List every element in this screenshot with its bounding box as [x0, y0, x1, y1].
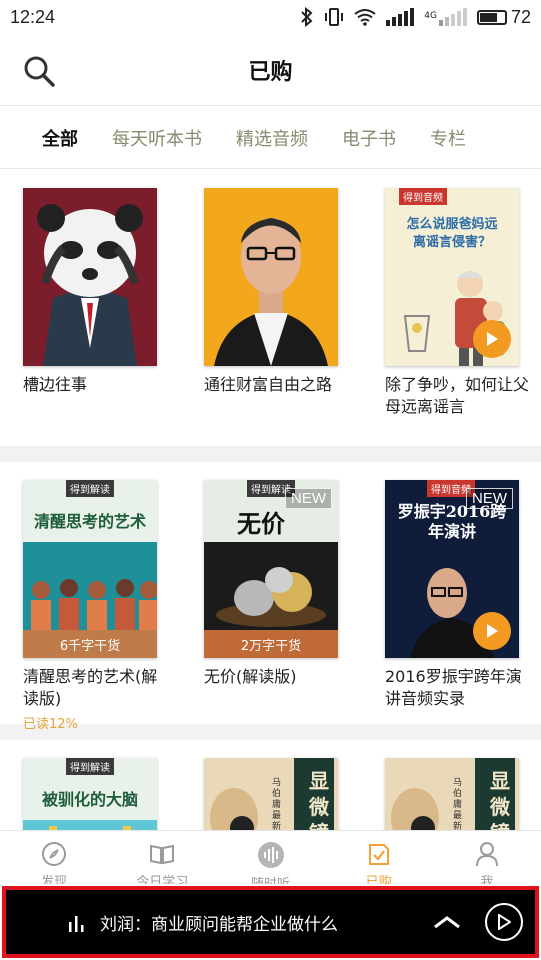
audio-card[interactable]: 得到音频 NEW 罗振宇2016跨年演讲 2016罗振宇跨年演讲音频实录 — [385, 480, 522, 724]
audio-wave-icon — [257, 842, 284, 868]
cover-caption: 无价 — [237, 509, 285, 538]
book-title: 通往财富自由之路 — [204, 375, 333, 394]
book-card[interactable]: 得到解读 NEW 无价 2万字干货 无价(解读版) — [204, 480, 338, 724]
source-tag: 得到解读 — [66, 758, 114, 775]
network-type: 4G — [424, 10, 437, 21]
purchased-grid: 槽边往事 通往财富自由之路 得到音频 怎么说服爸妈远离谣言侵害？ 除了争吵，如何… — [0, 170, 541, 830]
battery-icon — [476, 9, 507, 25]
battery-indicator: 72 — [476, 6, 531, 28]
audio-card[interactable]: 得到音频 怎么说服爸妈远离谣言侵害？ 除了争吵，如何让父母远离谣言 — [385, 188, 529, 446]
audio-cover[interactable]: 得到音频 怎么说服爸妈远离谣言侵害？ — [385, 188, 519, 366]
book-row: 得到解读 被驯化的大脑 马伯庸 最新力作 显微镜下 — [0, 740, 541, 830]
mini-player[interactable]: 刘润：商业顾问能帮企业做什么 — [0, 884, 541, 960]
book-card[interactable]: 得到解读 被驯化的大脑 — [23, 758, 157, 830]
crowd-illustration — [31, 579, 157, 630]
book-row: 槽边往事 通往财富自由之路 得到音频 怎么说服爸妈远离谣言侵害？ 除了争吵，如何… — [0, 170, 541, 446]
book-icon — [150, 844, 175, 865]
book-title: 无价(解读版) — [204, 667, 297, 686]
book-card[interactable]: 马伯庸 最新力作 显微镜下 — [204, 758, 338, 830]
book-cover[interactable]: 得到解读 NEW 无价 2万字干货 — [204, 480, 338, 658]
cover-caption: 清醒思考的艺术 — [33, 512, 146, 531]
tab-selected-audio[interactable]: 精选音频 — [236, 125, 308, 151]
play-icon — [487, 624, 498, 638]
audio-cover[interactable]: 得到音频 NEW 罗振宇2016跨年演讲 — [385, 480, 519, 658]
book-cover[interactable]: 马伯庸 最新力作 显微镜下 — [385, 758, 519, 830]
book-cover[interactable]: 马伯庸 最新力作 显微镜下 — [204, 758, 338, 830]
cover-caption: 显微镜下 — [490, 769, 510, 830]
cover-caption: 被驯化的大脑 — [41, 790, 138, 809]
page-header: 已购 — [0, 34, 541, 106]
book-card[interactable]: 得到解读 清醒思考的艺术 6千字干货 清醒思考的艺术(解读版) 已读12% — [23, 480, 157, 732]
person-icon — [475, 842, 498, 867]
book-card[interactable]: 槽边往事 — [23, 188, 157, 446]
book-title: 除了争吵，如何让父母远离谣言 — [385, 375, 530, 416]
source-tag: 得到音频 — [399, 188, 447, 205]
book-title: 2016罗振宇跨年演讲音频实录 — [385, 667, 522, 708]
tab-daily-book[interactable]: 每天听本书 — [112, 125, 202, 151]
play-button[interactable] — [473, 320, 511, 358]
book-cover[interactable] — [204, 188, 338, 366]
player-play-button[interactable] — [485, 903, 523, 941]
now-playing-title[interactable]: 刘润：商业顾问能帮企业做什么 — [100, 910, 431, 935]
signal-icon — [386, 8, 415, 26]
book-cover[interactable]: 得到解读 被驯化的大脑 — [23, 758, 157, 830]
book-title: 清醒思考的艺术(解读版) — [23, 667, 158, 708]
status-bar: 12:24 4G 72 — [0, 0, 541, 34]
book-row: 得到解读 清醒思考的艺术 6千字干货 清醒思考的艺术(解读版) 已读12% 得到… — [0, 462, 541, 732]
author-portrait — [204, 188, 338, 366]
cover-author: 马伯庸 最新力作 — [272, 778, 282, 830]
panda-illustration — [23, 188, 157, 366]
word-count-strip: 6千字干货 — [23, 630, 157, 658]
cover-caption: 罗振宇2016跨年演讲 — [397, 502, 507, 541]
cover-author: 马伯庸 最新力作 — [453, 778, 463, 830]
book-card[interactable]: 马伯庸 最新力作 显微镜下 — [385, 758, 519, 830]
purchased-icon — [368, 844, 389, 865]
word-count-strip: 2万字干货 — [204, 630, 338, 658]
vibrate-icon — [325, 8, 344, 26]
book-cover[interactable]: 得到解读 清醒思考的艺术 6千字干货 — [23, 480, 157, 658]
bluetooth-icon — [301, 7, 313, 27]
read-progress: 已读12% — [23, 717, 78, 732]
status-icons: 4G 72 — [300, 7, 531, 28]
compass-icon — [42, 842, 67, 866]
tab-column[interactable]: 专栏 — [430, 125, 466, 151]
wifi-icon — [354, 9, 376, 26]
category-tabs: 全部 每天听本书 精选音频 电子书 专栏 — [0, 107, 541, 169]
play-button[interactable] — [473, 612, 511, 650]
signal-weak-icon — [438, 8, 467, 26]
book-cover[interactable] — [23, 188, 157, 366]
search-icon[interactable] — [22, 54, 56, 88]
tab-ebook[interactable]: 电子书 — [342, 125, 396, 151]
tab-all[interactable]: 全部 — [42, 125, 78, 151]
mini-player-bar[interactable]: 刘润：商业顾问能帮企业做什么 — [2, 886, 539, 958]
cover-caption: 显微镜下 — [309, 769, 329, 830]
equalizer-icon — [69, 916, 84, 932]
golden-eggs-illustration — [216, 567, 326, 627]
book-card[interactable]: 通往财富自由之路 — [204, 188, 338, 446]
cover-caption: 怎么说服爸妈远离谣言侵害？ — [406, 217, 498, 250]
battery-level: 72 — [510, 6, 531, 27]
play-icon — [487, 332, 498, 346]
play-icon — [498, 914, 511, 930]
status-time: 12:24 — [10, 6, 56, 27]
chevron-up-icon[interactable] — [431, 912, 463, 932]
page-title: 已购 — [248, 59, 293, 85]
book-title: 槽边往事 — [23, 375, 88, 394]
source-tag: 得到解读 — [66, 480, 114, 497]
